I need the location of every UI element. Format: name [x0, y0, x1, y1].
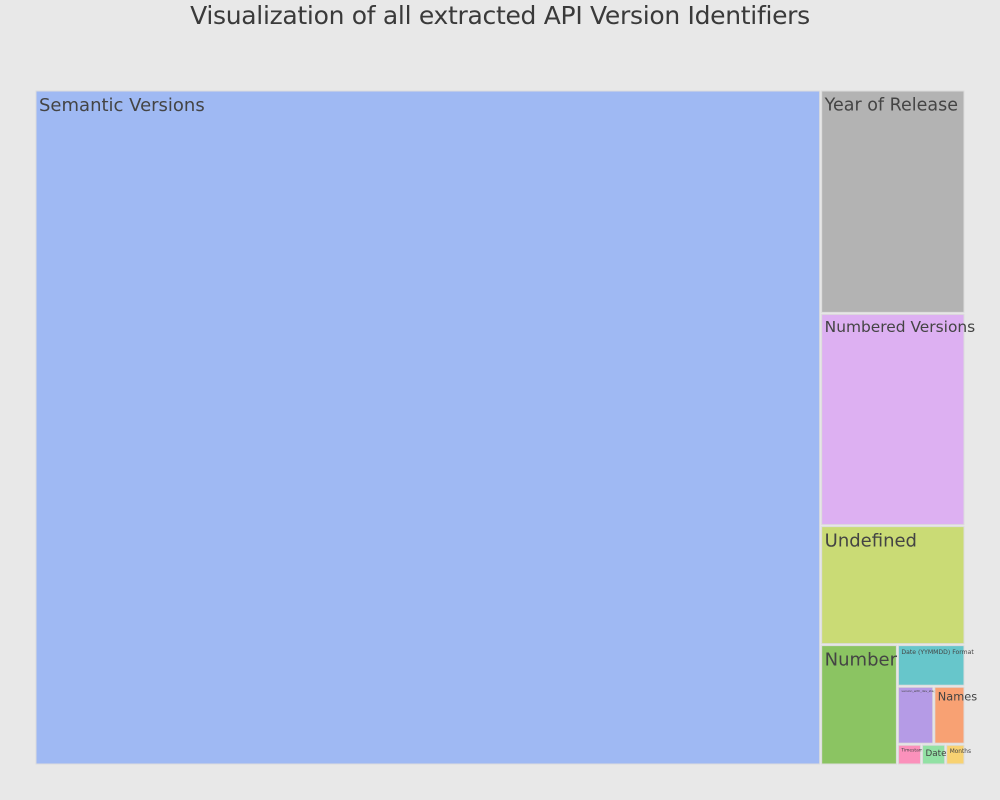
treemap-tile[interactable]: version_with_dev_stage	[897, 686, 937, 744]
tile-rect[interactable]	[821, 313, 965, 526]
treemap-tile[interactable]: Year of Release	[821, 90, 965, 313]
tile-label: Months	[950, 749, 971, 755]
treemap-tile[interactable]: Names	[934, 686, 977, 744]
tile-label: Year of Release	[824, 95, 958, 115]
treemap-tile[interactable]: Undefined	[821, 526, 965, 645]
treemap-tile[interactable]: Semantic Versions	[35, 90, 821, 765]
tile-label: Date (YYMMDD) Format	[901, 649, 974, 656]
tile-label: Undefined	[825, 531, 917, 552]
treemap: Semantic Versions Year of Release Numbered…	[35, 90, 977, 765]
tile-label: Numbered Versions	[825, 318, 976, 336]
treemap-tile[interactable]: Date (YYMMDD) Format	[897, 645, 974, 686]
tile-label: Numbers	[825, 650, 907, 671]
tile-rect[interactable]	[35, 90, 821, 765]
treemap-tile[interactable]: Months	[946, 744, 971, 765]
tile-label: Semantic Versions	[39, 95, 205, 116]
tile-rect[interactable]	[821, 90, 965, 313]
treemap-tile[interactable]: Numbers	[821, 645, 907, 765]
tile-label: version_with_dev_stage	[901, 689, 937, 693]
treemap-tile[interactable]: Numbered Versions	[821, 313, 976, 526]
tile-label: Names	[938, 690, 977, 704]
tile-rect[interactable]	[897, 686, 934, 744]
